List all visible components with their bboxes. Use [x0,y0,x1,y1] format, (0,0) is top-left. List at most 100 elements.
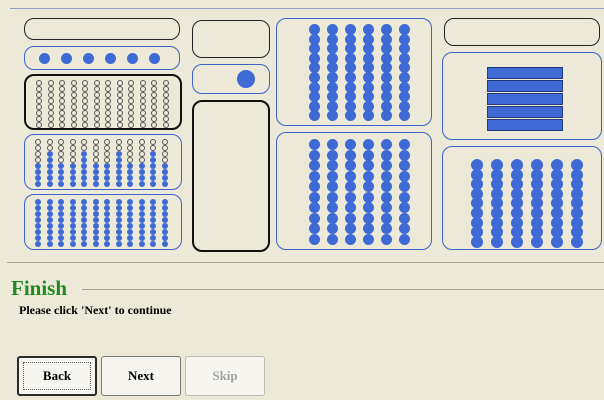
filled-dot [381,110,392,122]
next-button-label: Next [128,368,154,383]
filled-dot [58,241,64,247]
next-button[interactable]: Next [101,356,181,396]
filled-dot [381,212,392,224]
filled-dot [399,223,410,234]
filled-dot [327,139,338,150]
half-filled-grid-panel [24,134,182,190]
filled-dot [327,223,338,234]
section-divider [7,262,604,263]
filled-dot [327,170,338,182]
filled-dot [363,202,374,213]
filled-dot [363,181,374,192]
stack-bar [487,80,563,92]
filled-dot [58,181,64,187]
filled-dot [138,241,145,247]
filled-dot [161,181,168,187]
filled-dot [511,235,523,248]
back-button-label: Back [42,368,72,383]
stack-bar [487,119,563,131]
filled-dot [399,233,410,245]
filled-dot [150,241,156,247]
header-bar-right [444,18,600,46]
filled-dot [69,241,76,247]
empty-dot [59,122,65,128]
filled-dot [363,233,374,245]
filled-dot [35,181,41,187]
filled-dot [345,181,356,192]
large-dot-grid-right [442,146,602,250]
filled-dot [399,191,410,203]
filled-dot [127,53,138,64]
filled-dot [531,235,543,248]
skip-button: Skip [185,356,265,396]
filled-dot [104,241,110,247]
filled-dot [161,241,168,247]
back-button[interactable]: Back [17,356,97,396]
header-bar-middle [192,20,270,58]
empty-dot [93,122,100,128]
small-dot-grid-panel [24,74,182,130]
filled-dot [345,233,356,245]
filled-dot [381,191,392,203]
filled-dot [345,191,356,203]
filled-dot [399,139,410,150]
filled-dot [46,181,53,187]
empty-dot [128,122,134,128]
empty-dot [105,122,111,128]
filled-dot [150,181,156,187]
skip-button-label: Skip [212,368,238,383]
filled-dot [327,149,338,161]
filled-dot [149,53,160,64]
filled-dot [381,160,392,171]
filled-dot [115,241,122,247]
filled-dot [363,149,374,161]
filled-grid-panel [24,194,182,250]
empty-dot [70,122,77,128]
filled-dot [327,160,338,171]
filled-dot [35,241,41,247]
filled-dot [309,139,320,150]
filled-dot [345,149,356,161]
title-rule [82,289,604,290]
filled-dot [471,235,483,248]
filled-dot [399,202,410,213]
stack-bar [487,67,563,79]
filled-dot [309,202,320,213]
empty-dot [139,122,146,128]
filled-dot [399,170,410,182]
filled-dot [363,223,374,234]
filled-dot [237,70,255,88]
filled-dot [399,181,410,192]
filled-dot [69,181,76,187]
filled-dot [83,53,94,64]
filled-dot [551,235,563,248]
filled-dot [363,160,374,171]
instruction-text: Please click 'Next' to continue [19,303,172,317]
stacked-bars-panel [442,52,602,140]
filled-dot [46,241,53,247]
large-dot-grid-top [276,18,432,126]
filled-dot [39,53,50,64]
empty-dot [36,122,42,128]
filled-dot [309,160,320,171]
filled-dot [381,181,392,192]
filled-dot [327,212,338,224]
filled-dot [104,181,110,187]
filled-dot [345,212,356,224]
filled-dot [309,233,320,245]
filled-dot [309,170,320,182]
filled-dot [363,212,374,224]
header-bar-left [24,18,180,40]
filled-dot [381,149,392,161]
filled-dot [381,139,392,150]
filled-dot [309,223,320,234]
filled-dot [363,191,374,203]
filled-dot [309,191,320,203]
filled-dot [127,181,133,187]
filled-dot [327,110,338,122]
stack-bar [487,106,563,118]
filled-dot [491,235,503,248]
filled-dot [345,110,356,122]
filled-dot [345,170,356,182]
filled-dot [345,202,356,213]
